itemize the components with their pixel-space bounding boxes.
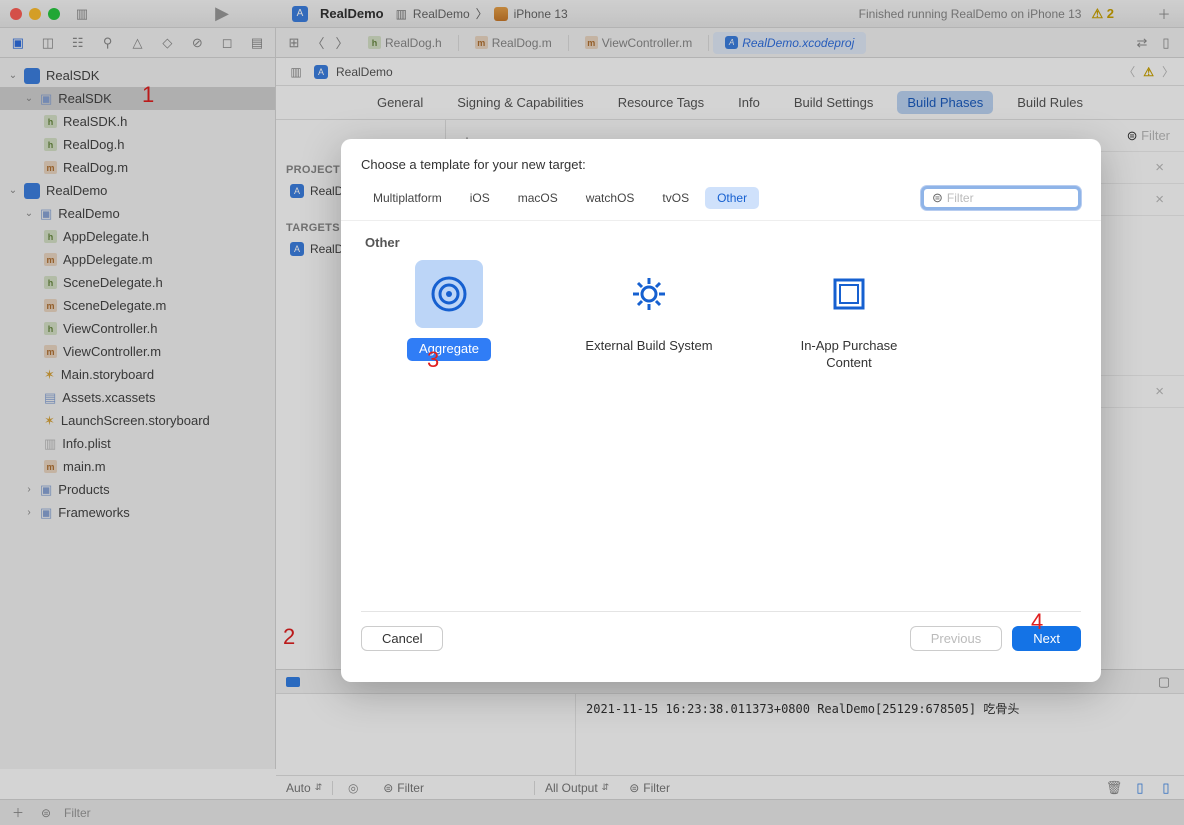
platform-tabs: Multiplatform iOS macOS watchOS tvOS Oth… — [341, 182, 1101, 221]
cancel-button[interactable]: Cancel — [361, 626, 443, 651]
platform-tab[interactable]: macOS — [506, 187, 570, 209]
template-label: Aggregate — [407, 338, 491, 361]
modal-overlay: Choose a template for your new target: M… — [0, 0, 1184, 825]
platform-tab[interactable]: iOS — [458, 187, 502, 209]
sheet-title: Choose a template for your new target: — [341, 139, 1101, 182]
box-icon — [815, 260, 883, 328]
template-external-build[interactable]: External Build System — [579, 260, 719, 372]
new-target-sheet: Choose a template for your new target: M… — [341, 139, 1101, 682]
template-label: In-App Purchase Content — [779, 338, 919, 372]
filter-input[interactable] — [947, 191, 1070, 205]
template-section-header: Other — [361, 231, 1081, 260]
target-icon — [415, 260, 483, 328]
platform-tab-active[interactable]: Other — [705, 187, 759, 209]
template-aggregate[interactable]: Aggregate — [379, 260, 519, 372]
template-iap-content[interactable]: In-App Purchase Content — [779, 260, 919, 372]
previous-button[interactable]: Previous — [910, 626, 1003, 651]
next-button[interactable]: Next — [1012, 626, 1081, 651]
platform-tab[interactable]: watchOS — [574, 187, 647, 209]
template-filter[interactable]: ⊜ — [921, 186, 1081, 210]
template-label: External Build System — [585, 338, 712, 355]
platform-tab[interactable]: tvOS — [650, 187, 701, 209]
platform-tab[interactable]: Multiplatform — [361, 187, 454, 209]
filter-icon: ⊜ — [932, 190, 943, 206]
gear-icon — [615, 260, 683, 328]
